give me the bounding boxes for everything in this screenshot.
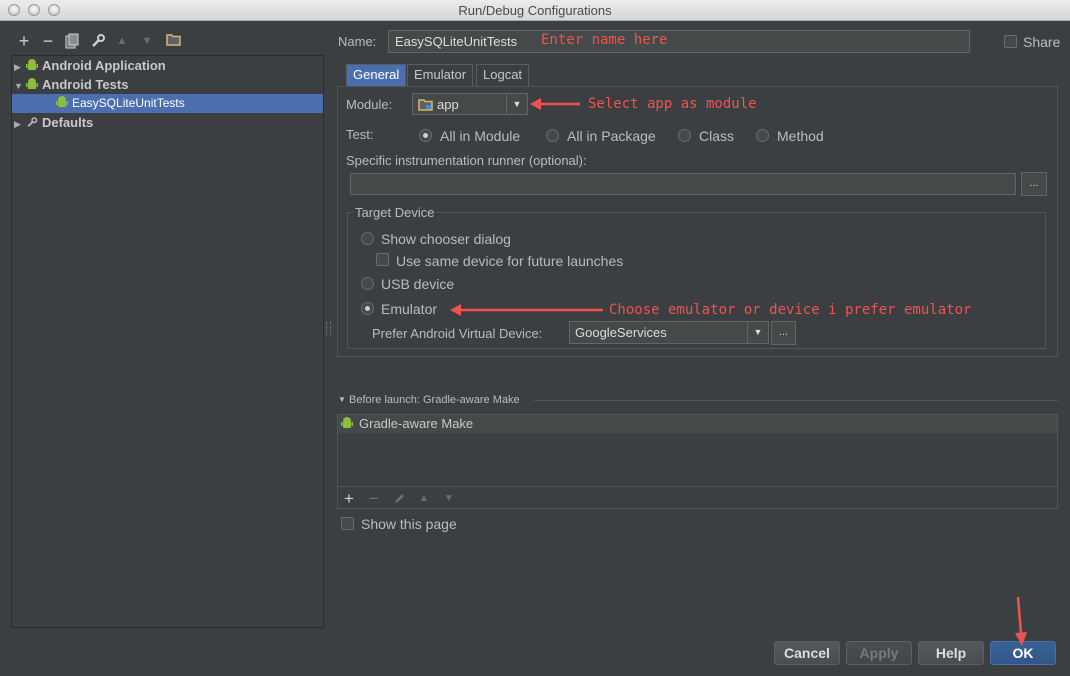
window-title: Run/Debug Configurations bbox=[458, 3, 612, 18]
before-launch-header[interactable]: ▼ Before launch: Gradle-aware Make bbox=[338, 394, 1058, 406]
expand-arrow-icon[interactable]: ▶ bbox=[14, 115, 26, 134]
chevron-down-icon[interactable]: ▼ bbox=[747, 322, 768, 343]
annotation-select-module: Select app as module bbox=[588, 96, 757, 112]
test-option-all-in-module: All in Module bbox=[440, 128, 521, 144]
show-chooser-label: Show chooser dialog bbox=[381, 231, 511, 247]
radio-usb-device[interactable] bbox=[361, 277, 374, 290]
test-radio-method[interactable] bbox=[756, 129, 769, 142]
test-option-method: Method bbox=[777, 128, 824, 144]
folder-icon[interactable] bbox=[165, 33, 181, 49]
module-select-value: app bbox=[437, 97, 459, 112]
before-launch-item[interactable]: Gradle-aware Make bbox=[338, 415, 1057, 433]
tree-item-android-application[interactable]: ▶ Android Application bbox=[14, 56, 166, 75]
test-label: Test: bbox=[346, 127, 374, 142]
tab-general[interactable]: General bbox=[346, 64, 407, 86]
wrench-icon[interactable] bbox=[90, 33, 106, 49]
tab-logcat[interactable]: Logcat bbox=[476, 64, 530, 86]
module-label: Module: bbox=[346, 97, 393, 112]
test-option-class: Class bbox=[699, 128, 735, 144]
target-device-title: Target Device bbox=[353, 205, 437, 220]
test-radio-class[interactable] bbox=[678, 129, 691, 142]
tab-emulator[interactable]: Emulator bbox=[407, 64, 474, 86]
runner-browse-button[interactable]: ... bbox=[1021, 172, 1047, 196]
before-launch-item-label: Gradle-aware Make bbox=[359, 416, 474, 431]
name-input-value: EasySQLiteUnitTests bbox=[395, 34, 518, 49]
avd-label: Prefer Android Virtual Device: bbox=[372, 326, 543, 341]
cancel-button[interactable]: Cancel bbox=[774, 641, 840, 665]
runner-label: Specific instrumentation runner (optiona… bbox=[346, 153, 587, 168]
before-launch-title: Before launch: Gradle-aware Make bbox=[349, 394, 520, 406]
splitter-handle[interactable] bbox=[326, 322, 331, 336]
arrow-up-icon[interactable]: ▲ bbox=[114, 33, 130, 49]
test-option-all-in-package: All in Package bbox=[567, 128, 656, 144]
tree-item-defaults[interactable]: ▶ Defaults bbox=[14, 113, 93, 132]
annotation-choose-emulator: Choose emulator or device i prefer emula… bbox=[609, 302, 972, 318]
name-input[interactable]: EasySQLiteUnitTests bbox=[388, 30, 970, 53]
edit-icon[interactable] bbox=[394, 492, 406, 507]
tree-item-android-tests[interactable]: ▼ Android Tests bbox=[14, 75, 128, 94]
annotation-arrow-module bbox=[530, 98, 580, 110]
same-device-checkbox[interactable] bbox=[376, 253, 389, 266]
help-button[interactable]: Help bbox=[918, 641, 984, 665]
show-page-checkbox[interactable] bbox=[341, 517, 354, 530]
add-icon[interactable]: + bbox=[344, 489, 354, 509]
runner-input[interactable] bbox=[350, 173, 1016, 195]
remove-icon[interactable]: − bbox=[369, 489, 379, 509]
emulator-label: Emulator bbox=[381, 301, 438, 317]
android-icon bbox=[26, 59, 38, 70]
chevron-down-icon[interactable]: ▼ bbox=[506, 94, 527, 114]
avd-browse-button[interactable]: ... bbox=[771, 321, 796, 345]
radio-show-chooser[interactable] bbox=[361, 232, 374, 245]
before-launch-list[interactable]: Gradle-aware Make + − ▲ ▼ bbox=[337, 414, 1058, 509]
arrow-down-icon[interactable]: ▼ bbox=[139, 33, 155, 49]
avd-select-value: GoogleServices bbox=[575, 325, 667, 340]
annotation-arrow-emulator bbox=[450, 304, 603, 316]
arrow-up-icon[interactable]: ▲ bbox=[419, 493, 429, 504]
android-icon bbox=[341, 417, 353, 428]
copy-icon[interactable] bbox=[64, 33, 80, 49]
wrench-icon bbox=[27, 117, 38, 127]
avd-select[interactable]: GoogleServices ▼ bbox=[569, 321, 769, 344]
tree-item-label: Defaults bbox=[42, 115, 94, 130]
collapse-arrow-icon[interactable]: ▼ bbox=[338, 395, 346, 404]
radio-emulator[interactable] bbox=[361, 302, 374, 315]
configuration-tree[interactable]: ▶ Android Application ▼ Android Tests Easy… bbox=[11, 55, 324, 628]
share-checkbox[interactable] bbox=[1004, 35, 1017, 48]
annotation-arrow-ok bbox=[1015, 596, 1027, 646]
test-radio-all-in-package[interactable] bbox=[546, 129, 559, 142]
apply-button[interactable]: Apply bbox=[846, 641, 912, 665]
tree-item-label: Android Tests bbox=[42, 77, 129, 92]
android-test-icon bbox=[56, 96, 68, 107]
module-select[interactable]: app ▼ bbox=[412, 93, 528, 115]
remove-icon[interactable]: − bbox=[40, 32, 56, 50]
annotation-enter-name: Enter name here bbox=[541, 32, 668, 48]
share-label: Share bbox=[1023, 34, 1061, 50]
show-page-label: Show this page bbox=[361, 516, 457, 532]
module-folder-icon bbox=[418, 99, 433, 111]
test-radio-all-in-module[interactable] bbox=[419, 129, 432, 142]
usb-device-label: USB device bbox=[381, 276, 455, 292]
tree-item-label: Android Application bbox=[42, 58, 166, 73]
window-titlebar: Run/Debug Configurations bbox=[0, 0, 1070, 21]
tree-item-easysqliteunittests[interactable]: EasySQLiteUnitTests bbox=[12, 94, 323, 113]
arrow-down-icon[interactable]: ▼ bbox=[444, 493, 454, 504]
add-icon[interactable]: + bbox=[16, 32, 32, 50]
tree-item-label: EasySQLiteUnitTests bbox=[72, 96, 185, 110]
android-icon bbox=[26, 78, 38, 89]
name-label: Name: bbox=[338, 34, 377, 49]
same-device-label: Use same device for future launches bbox=[396, 253, 624, 269]
